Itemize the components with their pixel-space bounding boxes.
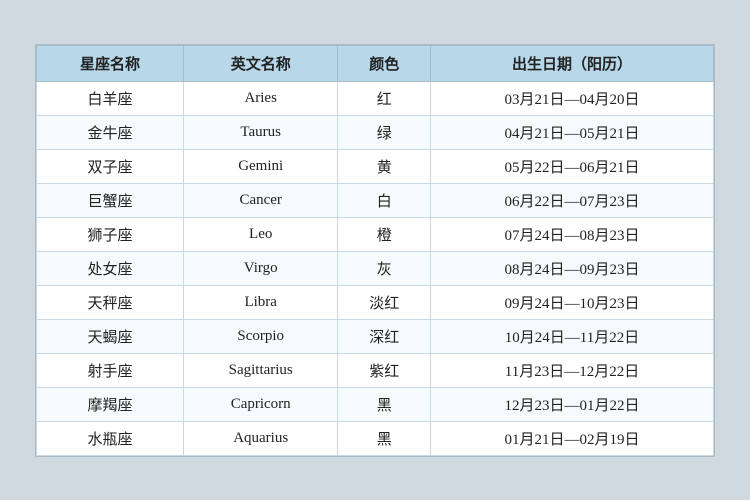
table-header-row: 星座名称 英文名称 颜色 出生日期（阳历） [37, 45, 714, 81]
table-row: 天秤座Libra淡红09月24日—10月23日 [37, 285, 714, 319]
cell-color: 红 [338, 81, 431, 115]
header-english-name: 英文名称 [183, 45, 337, 81]
cell-chinese-name: 金牛座 [37, 115, 184, 149]
table-row: 天蝎座Scorpio深红10月24日—11月22日 [37, 319, 714, 353]
table-row: 白羊座Aries红03月21日—04月20日 [37, 81, 714, 115]
cell-english-name: Cancer [183, 183, 337, 217]
cell-chinese-name: 天秤座 [37, 285, 184, 319]
cell-color: 橙 [338, 217, 431, 251]
table-row: 摩羯座Capricorn黑12月23日—01月22日 [37, 387, 714, 421]
cell-color: 紫红 [338, 353, 431, 387]
table-row: 金牛座Taurus绿04月21日—05月21日 [37, 115, 714, 149]
cell-english-name: Sagittarius [183, 353, 337, 387]
cell-dates: 03月21日—04月20日 [430, 81, 713, 115]
cell-chinese-name: 射手座 [37, 353, 184, 387]
table-row: 狮子座Leo橙07月24日—08月23日 [37, 217, 714, 251]
cell-english-name: Aquarius [183, 421, 337, 455]
table-row: 处女座Virgo灰08月24日—09月23日 [37, 251, 714, 285]
header-dates: 出生日期（阳历） [430, 45, 713, 81]
cell-chinese-name: 白羊座 [37, 81, 184, 115]
cell-chinese-name: 摩羯座 [37, 387, 184, 421]
cell-dates: 12月23日—01月22日 [430, 387, 713, 421]
cell-dates: 11月23日—12月22日 [430, 353, 713, 387]
table-row: 水瓶座Aquarius黑01月21日—02月19日 [37, 421, 714, 455]
header-chinese-name: 星座名称 [37, 45, 184, 81]
cell-dates: 05月22日—06月21日 [430, 149, 713, 183]
table-row: 双子座Gemini黄05月22日—06月21日 [37, 149, 714, 183]
cell-color: 绿 [338, 115, 431, 149]
cell-color: 黑 [338, 421, 431, 455]
table-row: 巨蟹座Cancer白06月22日—07月23日 [37, 183, 714, 217]
cell-dates: 04月21日—05月21日 [430, 115, 713, 149]
cell-english-name: Capricorn [183, 387, 337, 421]
cell-chinese-name: 天蝎座 [37, 319, 184, 353]
cell-dates: 09月24日—10月23日 [430, 285, 713, 319]
cell-chinese-name: 水瓶座 [37, 421, 184, 455]
cell-color: 深红 [338, 319, 431, 353]
cell-dates: 06月22日—07月23日 [430, 183, 713, 217]
cell-color: 黑 [338, 387, 431, 421]
cell-color: 白 [338, 183, 431, 217]
cell-english-name: Aries [183, 81, 337, 115]
header-color: 颜色 [338, 45, 431, 81]
cell-english-name: Taurus [183, 115, 337, 149]
cell-color: 黄 [338, 149, 431, 183]
cell-color: 淡红 [338, 285, 431, 319]
cell-dates: 01月21日—02月19日 [430, 421, 713, 455]
zodiac-table-container: 星座名称 英文名称 颜色 出生日期（阳历） 白羊座Aries红03月21日—04… [35, 44, 715, 457]
cell-color: 灰 [338, 251, 431, 285]
cell-chinese-name: 狮子座 [37, 217, 184, 251]
cell-chinese-name: 巨蟹座 [37, 183, 184, 217]
cell-dates: 07月24日—08月23日 [430, 217, 713, 251]
cell-dates: 08月24日—09月23日 [430, 251, 713, 285]
cell-chinese-name: 双子座 [37, 149, 184, 183]
table-body: 白羊座Aries红03月21日—04月20日金牛座Taurus绿04月21日—0… [37, 81, 714, 455]
cell-english-name: Gemini [183, 149, 337, 183]
cell-dates: 10月24日—11月22日 [430, 319, 713, 353]
cell-english-name: Virgo [183, 251, 337, 285]
cell-english-name: Scorpio [183, 319, 337, 353]
table-row: 射手座Sagittarius紫红11月23日—12月22日 [37, 353, 714, 387]
zodiac-table: 星座名称 英文名称 颜色 出生日期（阳历） 白羊座Aries红03月21日—04… [36, 45, 714, 456]
cell-english-name: Libra [183, 285, 337, 319]
cell-english-name: Leo [183, 217, 337, 251]
cell-chinese-name: 处女座 [37, 251, 184, 285]
